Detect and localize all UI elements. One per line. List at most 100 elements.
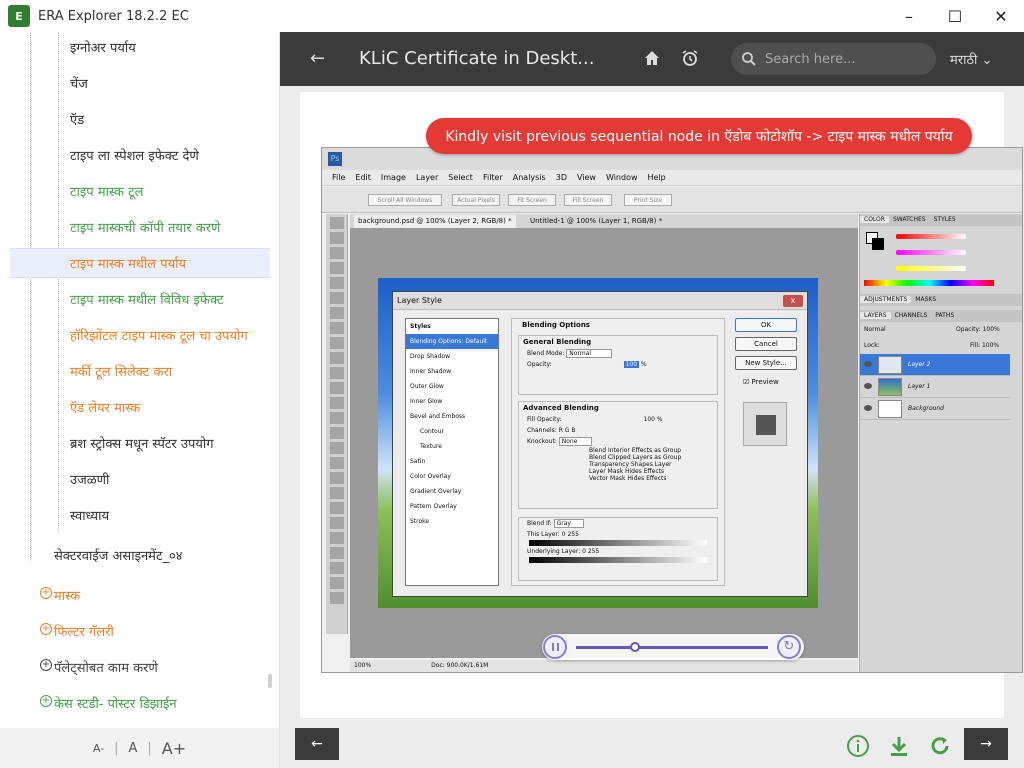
- group-title: General Blending: [523, 338, 592, 346]
- minimize-button[interactable]: –: [886, 0, 932, 32]
- sidebar-section-label: पॅलेट्सोबत काम करणे: [54, 661, 158, 676]
- progress-knob[interactable]: [630, 642, 640, 652]
- styles-list: Styles Blending Options: Default Drop Shad…: [405, 318, 499, 586]
- language-label: मराठी: [950, 53, 978, 68]
- bottom-bar: ← →: [280, 726, 1024, 768]
- previous-button[interactable]: ←: [295, 728, 339, 760]
- green-slider: [896, 250, 966, 255]
- replay-icon[interactable]: ↻: [777, 635, 801, 659]
- opacity-value: 100: [623, 361, 640, 368]
- scrollbar-thumb[interactable]: [268, 674, 272, 688]
- sidebar-item[interactable]: ऍड लेयर मास्क: [10, 392, 270, 422]
- knockout-row: Knockout: None: [519, 436, 717, 447]
- pause-button[interactable]: [543, 635, 567, 659]
- layer-thumbnail: [878, 378, 902, 396]
- expand-plus-icon[interactable]: +: [40, 623, 52, 635]
- layer-mode: Normal: [864, 326, 886, 333]
- navigation-alert-banner[interactable]: Kindly visit previous sequential node in…: [426, 118, 972, 154]
- ps-tool-icon: [330, 307, 344, 319]
- sidebar-section[interactable]: + मास्क: [10, 580, 270, 610]
- ps-tool-icon: [330, 262, 344, 274]
- sidebar-section[interactable]: + केस स्टडी- पोस्टर डिझाईन: [10, 688, 270, 718]
- eye-icon: [864, 361, 872, 367]
- home-icon[interactable]: [642, 48, 662, 68]
- ps-menu-item: Image: [380, 173, 406, 182]
- sidebar-item[interactable]: इग्नोअर पर्याय: [10, 32, 270, 62]
- sidebar-item[interactable]: हॉरिझोंटल टाइप मास्क टूल चा उपयोग: [10, 320, 270, 350]
- search-box[interactable]: [731, 43, 936, 75]
- sidebar-item[interactable]: टाइप मास्क मधील विविध इफेक्ट: [10, 284, 270, 314]
- ps-panel-tab: PATHS: [935, 312, 955, 319]
- style-item: Gradient Overlay: [410, 488, 462, 495]
- sidebar-item-assignment[interactable]: सेक्टरवाईज असाइनमेंट_०४: [10, 540, 270, 570]
- chevron-down-icon: ⌄: [981, 53, 993, 68]
- style-item: Inner Glow: [410, 398, 443, 405]
- sidebar-section[interactable]: + फिल्टर गॅलरी: [10, 616, 270, 646]
- font-increase-button[interactable]: A+: [162, 739, 186, 758]
- dialog-close-icon: x: [783, 295, 803, 307]
- expand-plus-icon[interactable]: +: [40, 695, 52, 707]
- close-button[interactable]: ✕: [978, 0, 1024, 32]
- content-area: Kindly visit previous sequential node in…: [280, 86, 1024, 726]
- ps-doc-tab: Untitled-1 @ 100% (Layer 1, RGB/8) *: [530, 217, 663, 225]
- sidebar-item[interactable]: टाइप मास्क मधील पर्याय: [10, 248, 270, 278]
- ps-option-button: Fit Screen: [508, 194, 556, 206]
- sidebar-section[interactable]: + पॅलेट्सोबत काम करणे: [10, 652, 270, 682]
- ps-panel-tab: SWATCHES: [892, 216, 926, 223]
- opacity-label: Opacity:: [527, 361, 552, 368]
- layer-name: Layer 1: [908, 383, 931, 390]
- ps-tool-icon: [330, 562, 344, 574]
- ps-tool-icon: [330, 532, 344, 544]
- language-dropdown[interactable]: मराठी ⌄: [950, 50, 992, 68]
- sidebar-item[interactable]: टाइप ला स्पेशल इफेक्ट देणे: [10, 140, 270, 170]
- blend-if-row: Blend If: Gray: [519, 518, 717, 529]
- dialog-title: Layer Style: [393, 292, 807, 310]
- advanced-option-checkbox: Blend Clipped Layers as Group: [589, 454, 682, 461]
- refresh-icon[interactable]: [928, 734, 952, 758]
- ps-tool-icon: [330, 337, 344, 349]
- blend-mode-select: Normal: [566, 349, 613, 358]
- color-ramp: [864, 280, 994, 286]
- blend-mode-label: Blend Mode:: [527, 350, 565, 357]
- expand-plus-icon[interactable]: +: [40, 659, 52, 671]
- sidebar-item[interactable]: स्वाध्याय: [10, 500, 270, 530]
- style-item: Texture: [420, 443, 442, 450]
- sidebar-tree: इग्नोअर पर्याय चेंज ऍड टाइप ला स्पेशल इफेक्…: [0, 32, 272, 726]
- maximize-button[interactable]: ☐: [932, 0, 978, 32]
- info-icon[interactable]: [846, 734, 870, 758]
- alarm-clock-icon[interactable]: [680, 48, 700, 68]
- font-normal-button[interactable]: A: [129, 741, 138, 756]
- app-logo-icon: E: [8, 5, 30, 27]
- sidebar-item-label: टाइप ला स्पेशल इफेक्ट देणे: [70, 149, 199, 164]
- fill-opacity-value: 100: [643, 416, 655, 423]
- ps-panel-tab: LAYERS: [860, 312, 891, 319]
- advanced-option-checkbox: Transparency Shapes Layer: [589, 461, 672, 468]
- ps-tool-icon: [330, 412, 344, 424]
- expand-plus-icon[interactable]: +: [40, 587, 52, 599]
- sidebar-item[interactable]: टाइप मास्कची कॉपी तयार करणे: [10, 212, 270, 242]
- ps-tool-icon: [330, 577, 344, 589]
- sidebar-item[interactable]: ब्रश स्ट्रोक्स मधून स्पॅटर उपयोग: [10, 428, 270, 458]
- ps-option-button: Actual Pixels: [452, 194, 500, 206]
- sidebar-item[interactable]: ऍड: [10, 104, 270, 134]
- progress-track[interactable]: [576, 646, 768, 649]
- ps-tool-icon: [330, 382, 344, 394]
- ps-tool-icon: [330, 217, 344, 229]
- preview-label: Preview: [751, 378, 779, 386]
- search-input[interactable]: [765, 51, 925, 67]
- sidebar-section-label: मास्क: [54, 589, 81, 604]
- sidebar-item[interactable]: चेंज: [10, 68, 270, 98]
- ps-menu-item: Help: [647, 173, 666, 182]
- font-decrease-button[interactable]: A-: [93, 742, 104, 755]
- back-arrow-icon[interactable]: ←: [310, 48, 325, 69]
- sidebar-item[interactable]: मर्की टूल सिलेक्ट करा: [10, 356, 270, 386]
- next-button[interactable]: →: [964, 728, 1008, 760]
- sidebar-item[interactable]: उजळणी: [10, 464, 270, 494]
- ps-tool-icon: [330, 487, 344, 499]
- style-item: Contour: [420, 428, 444, 435]
- download-icon[interactable]: [887, 734, 911, 758]
- ps-panels: COLOR SWATCHES STYLES ADJUSTMENTS MASKS LAY…: [859, 214, 1022, 672]
- sidebar-item[interactable]: टाइप मास्क टूल: [10, 176, 270, 206]
- top-header: ← KLiC Certificate in Deskt... मराठी ⌄: [280, 32, 1024, 86]
- ps-tool-icon: [330, 277, 344, 289]
